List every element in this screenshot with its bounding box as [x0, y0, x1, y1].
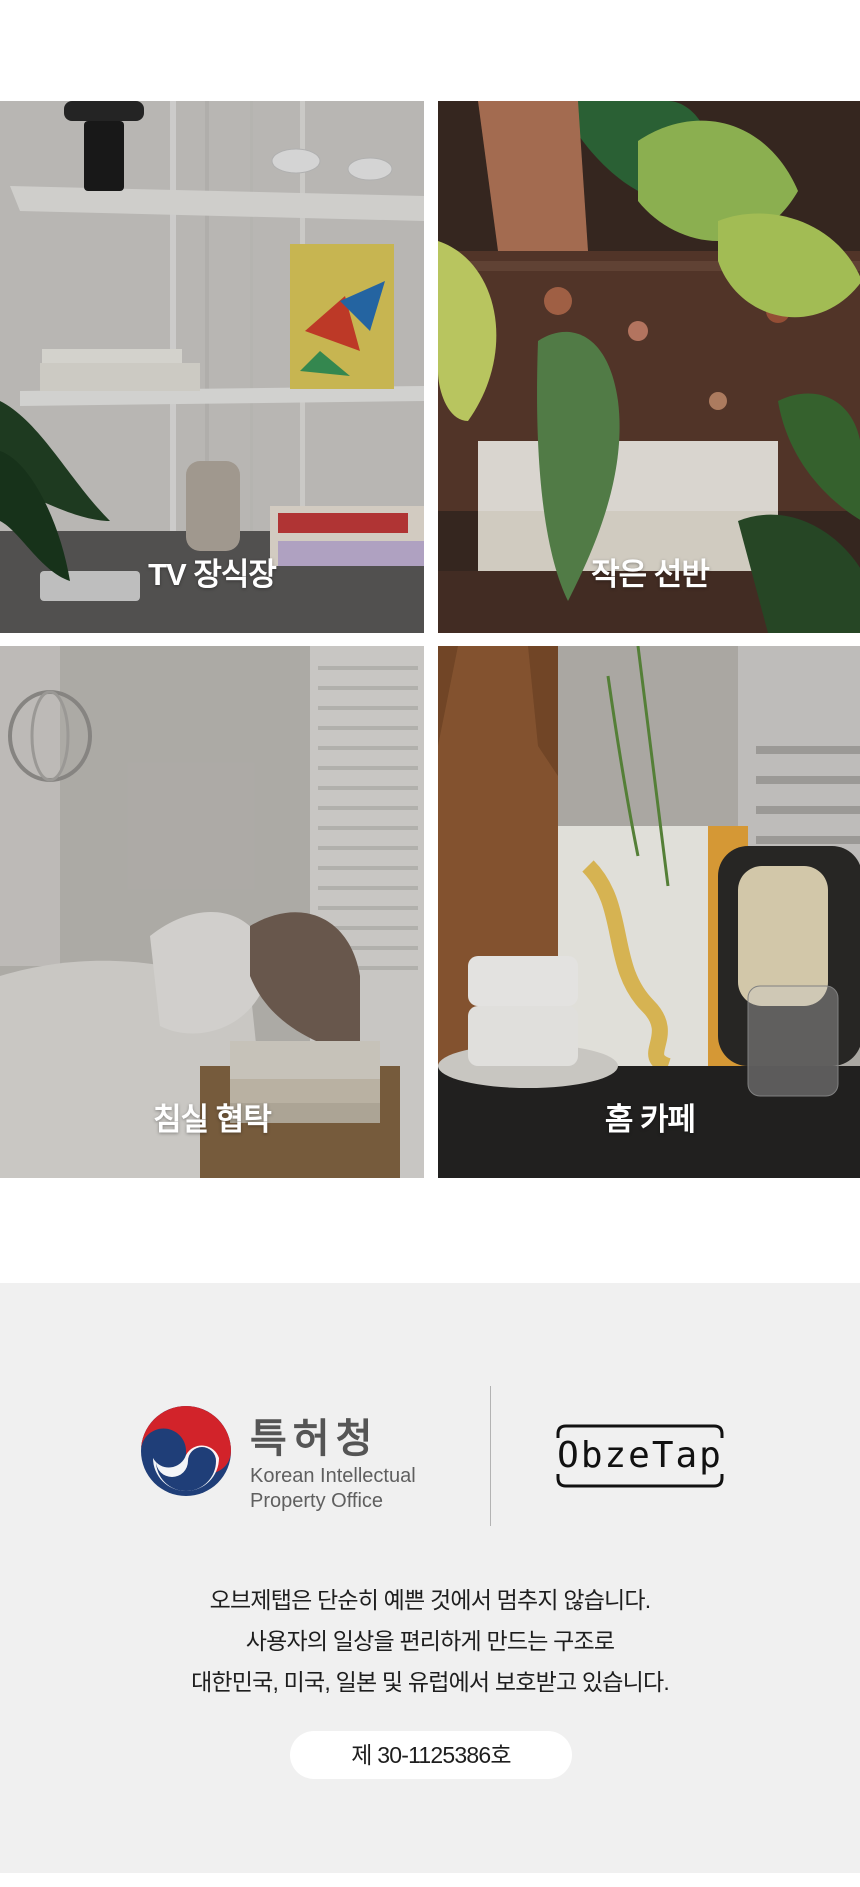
- registration-number-badge: 제 30-1125386호: [290, 1731, 572, 1779]
- description-line-1: 오브제탭은 단순히 예쁜 것에서 멈추지 않습니다.: [209, 1587, 652, 1613]
- kipo-title-en-line2: Property Office: [250, 1490, 384, 1512]
- brand-logo: ObzeTap: [556, 1424, 724, 1488]
- tile-label: 작은 선반: [591, 557, 710, 592]
- patent-footer: 특허청 Korean Intellectual Property Office …: [0, 1283, 860, 1873]
- tile-label: 침실 협탁: [153, 1102, 272, 1137]
- tile-home-cafe[interactable]: 홈 카페: [438, 646, 860, 1178]
- tile-label: TV 장식장: [148, 557, 277, 592]
- patent-description: 오브제탭은 단순히 예쁜 것에서 멈추지 않습니다. 사용자의 일상을 편리하게…: [0, 1580, 860, 1703]
- description-line-3: 대한민국, 미국, 일본 및 유럽에서 보호받고 있습니다.: [191, 1669, 670, 1695]
- kipo-taegeuk-icon: [141, 1406, 231, 1496]
- kipo-title-ko: 특허청: [250, 1417, 379, 1461]
- tile-tv-cabinet[interactable]: TV 장식장: [0, 101, 424, 633]
- description-line-2: 사용자의 일상을 편리하게 만드는 구조로: [245, 1628, 615, 1654]
- logo-divider: [490, 1386, 491, 1526]
- brand-name: ObzeTap: [557, 1435, 723, 1476]
- tile-label: 홈 카페: [604, 1102, 696, 1137]
- tile-bedside-table[interactable]: 침실 협탁: [0, 646, 424, 1178]
- kipo-title-en-line1: Korean Intellectual: [250, 1465, 416, 1487]
- kipo-logo: 특허청 Korean Intellectual Property Office: [138, 1403, 438, 1513]
- tile-small-shelf[interactable]: 작은 선반: [438, 101, 860, 633]
- kipo-title-en: Korean Intellectual Property Office: [250, 1464, 450, 1514]
